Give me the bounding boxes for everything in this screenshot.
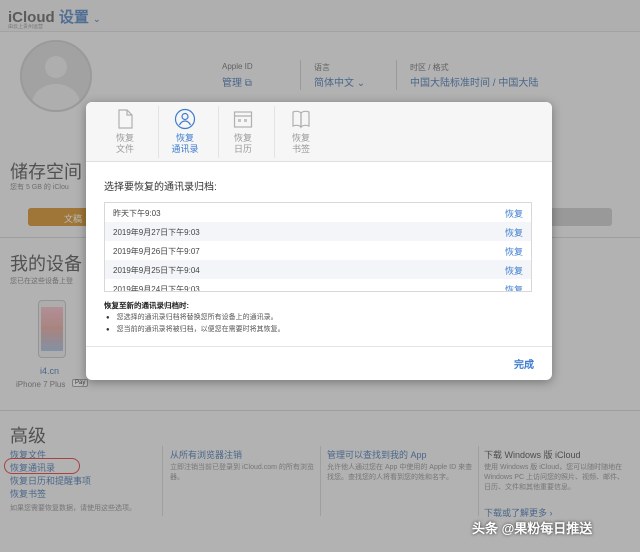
archive-list[interactable]: 昨天下午9:03 恢复 2019年9月27日下午9:03 恢复 2019年9月2… bbox=[104, 202, 532, 292]
tab-restore-contacts[interactable]: 恢复 通讯录 bbox=[160, 108, 210, 160]
tab-label-line2: 文件 bbox=[115, 144, 134, 154]
contacts-icon bbox=[174, 108, 196, 130]
tab-label-line2: 书签 bbox=[291, 144, 310, 154]
list-item: 2019年9月26日下午9:07 恢复 bbox=[105, 241, 531, 260]
tab-label-line1: 恢复 bbox=[233, 133, 252, 143]
tab-restore-bookmarks[interactable]: 恢复 书签 bbox=[276, 108, 326, 160]
tab-label-line1: 恢复 bbox=[175, 133, 194, 143]
divider bbox=[158, 106, 159, 158]
divider bbox=[274, 106, 275, 158]
restore-tab-bar: 恢复 文件 恢复 通讯录 恢复 日历 恢复 书签 bbox=[86, 102, 552, 162]
restore-note-bullet: 您当前的通讯录将被归档，以便您在需要时将其恢复。 bbox=[106, 324, 285, 334]
tab-restore-files[interactable]: 恢复 文件 bbox=[100, 108, 150, 160]
restore-button[interactable]: 恢复 bbox=[505, 245, 523, 258]
restore-note-bullet: 您选择的通讯录归档将替换您所有设备上的通讯录。 bbox=[106, 312, 278, 322]
modal-prompt: 选择要恢复的通讯录归档: bbox=[104, 182, 217, 193]
tab-label-line1: 恢复 bbox=[115, 133, 134, 143]
calendar-icon bbox=[233, 111, 253, 128]
restore-button[interactable]: 恢复 bbox=[505, 264, 523, 277]
archive-date: 2019年9月26日下午9:07 bbox=[113, 247, 200, 256]
list-item: 2019年9月24日下午9:03 恢复 bbox=[105, 279, 531, 292]
list-item: 昨天下午9:03 恢复 bbox=[105, 203, 531, 222]
done-button[interactable]: 完成 bbox=[514, 356, 534, 371]
bookmarks-icon bbox=[292, 110, 310, 129]
restore-button[interactable]: 恢复 bbox=[505, 207, 523, 220]
tab-label-line2: 通讯录 bbox=[171, 144, 199, 154]
archive-date: 2019年9月24日下午9:03 bbox=[113, 285, 200, 292]
file-icon bbox=[118, 109, 133, 129]
restore-button[interactable]: 恢复 bbox=[505, 283, 523, 291]
archive-date: 2019年9月27日下午9:03 bbox=[113, 228, 200, 237]
restore-note-title: 恢复至新的通讯录归档时: bbox=[104, 301, 189, 310]
restore-contacts-dialog: 恢复 文件 恢复 通讯录 恢复 日历 恢复 书签 选择要恢复的通讯录归档: 昨天… bbox=[86, 102, 552, 380]
list-item: 2019年9月25日下午9:04 恢复 bbox=[105, 260, 531, 279]
tab-restore-calendar[interactable]: 恢复 日历 bbox=[218, 108, 268, 160]
archive-date: 2019年9月25日下午9:04 bbox=[113, 266, 200, 275]
restore-button[interactable]: 恢复 bbox=[505, 226, 523, 239]
tab-label-line1: 恢复 bbox=[291, 133, 310, 143]
archive-date: 昨天下午9:03 bbox=[113, 209, 161, 218]
footer-divider bbox=[86, 346, 552, 347]
tab-label-line2: 日历 bbox=[233, 144, 252, 154]
watermark: 头条 @果粉每日推送 bbox=[472, 521, 593, 536]
list-item: 2019年9月27日下午9:03 恢复 bbox=[105, 222, 531, 241]
